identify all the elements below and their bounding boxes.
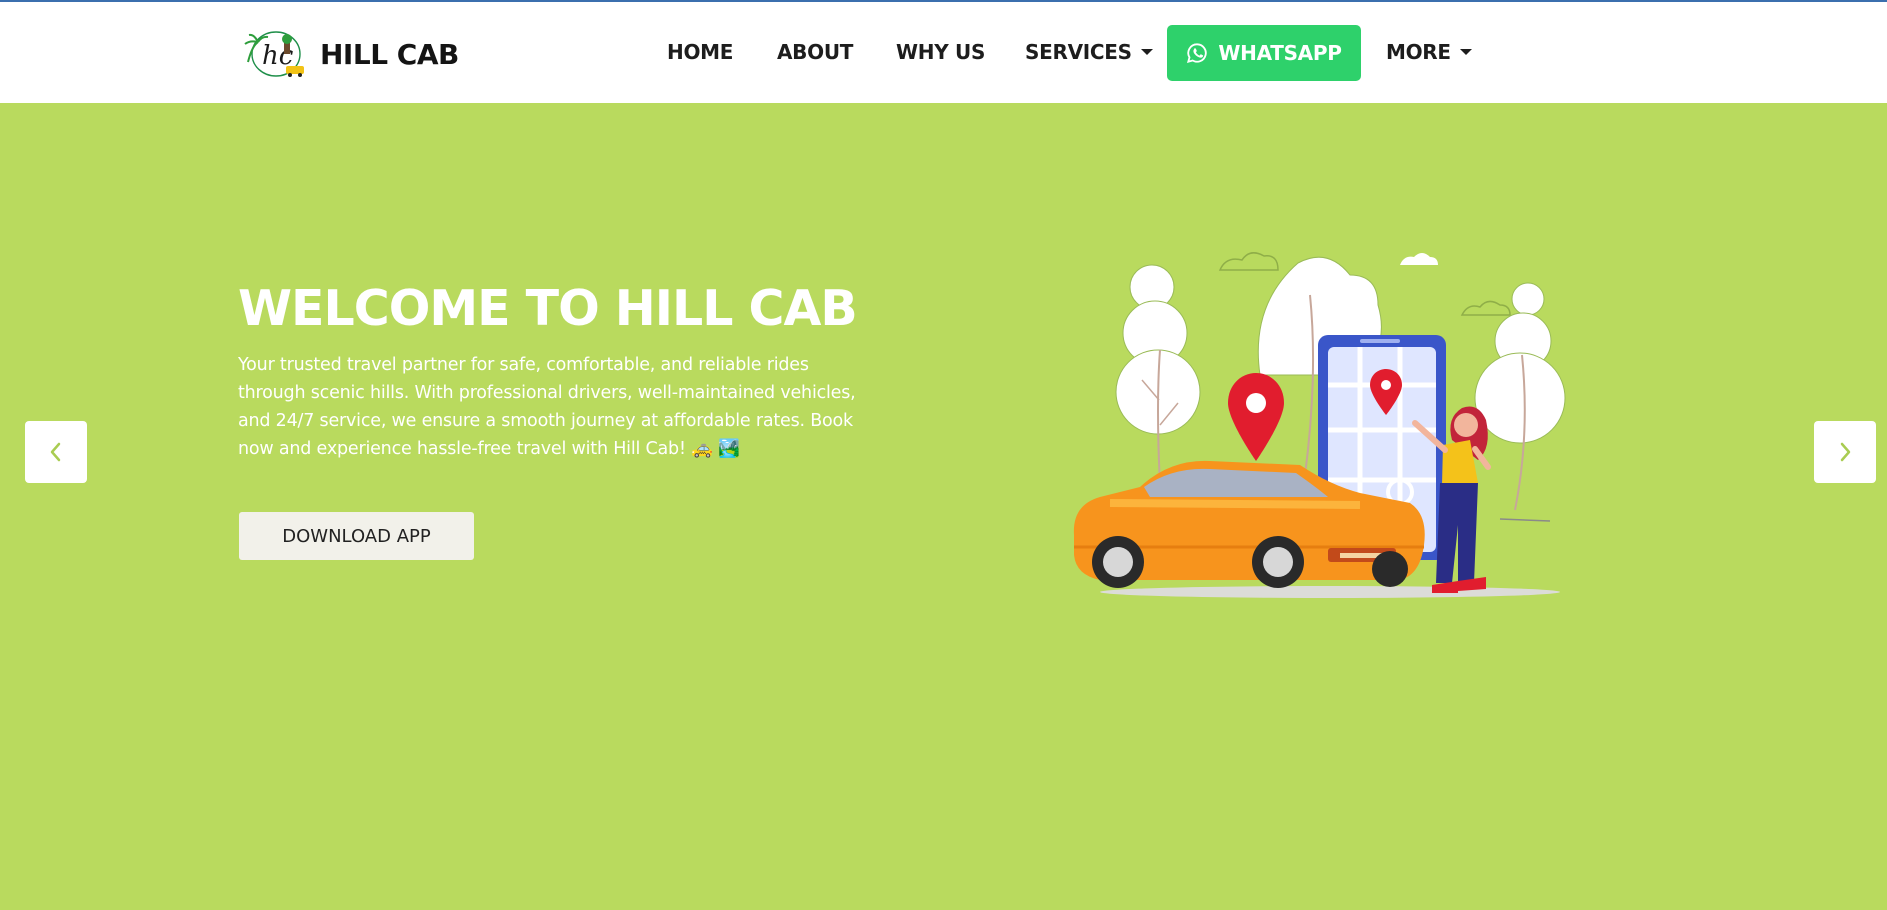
carousel-next-button[interactable] bbox=[1814, 421, 1876, 483]
nav-more-dropdown[interactable]: MORE bbox=[1386, 40, 1472, 64]
hero-title: WELCOME TO HILL CAB bbox=[238, 280, 858, 337]
caret-down-icon bbox=[1140, 49, 1153, 55]
brand-name: HILL CAB bbox=[320, 37, 459, 71]
whatsapp-label: WHATSAPP bbox=[1218, 41, 1342, 65]
chevron-left-icon bbox=[50, 442, 61, 462]
hero-description: Your trusted travel partner for safe, co… bbox=[238, 355, 856, 459]
nav-about[interactable]: ABOUT bbox=[777, 40, 853, 64]
download-app-button[interactable]: DOWNLOAD APP bbox=[239, 512, 474, 560]
navbar: hc HILL CAB HOME ABOUT WHY US SERVICES W… bbox=[0, 2, 1887, 103]
chevron-right-icon bbox=[1840, 442, 1851, 462]
car-booking-illustration bbox=[1073, 252, 1566, 598]
hill-cab-logo: hc bbox=[244, 31, 304, 77]
nav-home[interactable]: HOME bbox=[667, 40, 733, 64]
whatsapp-button[interactable]: WHATSAPP bbox=[1167, 25, 1361, 81]
carousel-prev-button[interactable] bbox=[25, 421, 87, 483]
brand[interactable]: hc HILL CAB bbox=[240, 28, 459, 80]
whatsapp-icon bbox=[1187, 43, 1208, 64]
nav-why-us[interactable]: WHY US bbox=[896, 40, 985, 64]
caret-down-icon bbox=[1459, 49, 1472, 55]
nav-services-dropdown[interactable]: SERVICES bbox=[1025, 40, 1153, 64]
nav-more-label: MORE bbox=[1386, 40, 1451, 64]
nav-services-label: SERVICES bbox=[1025, 40, 1132, 64]
